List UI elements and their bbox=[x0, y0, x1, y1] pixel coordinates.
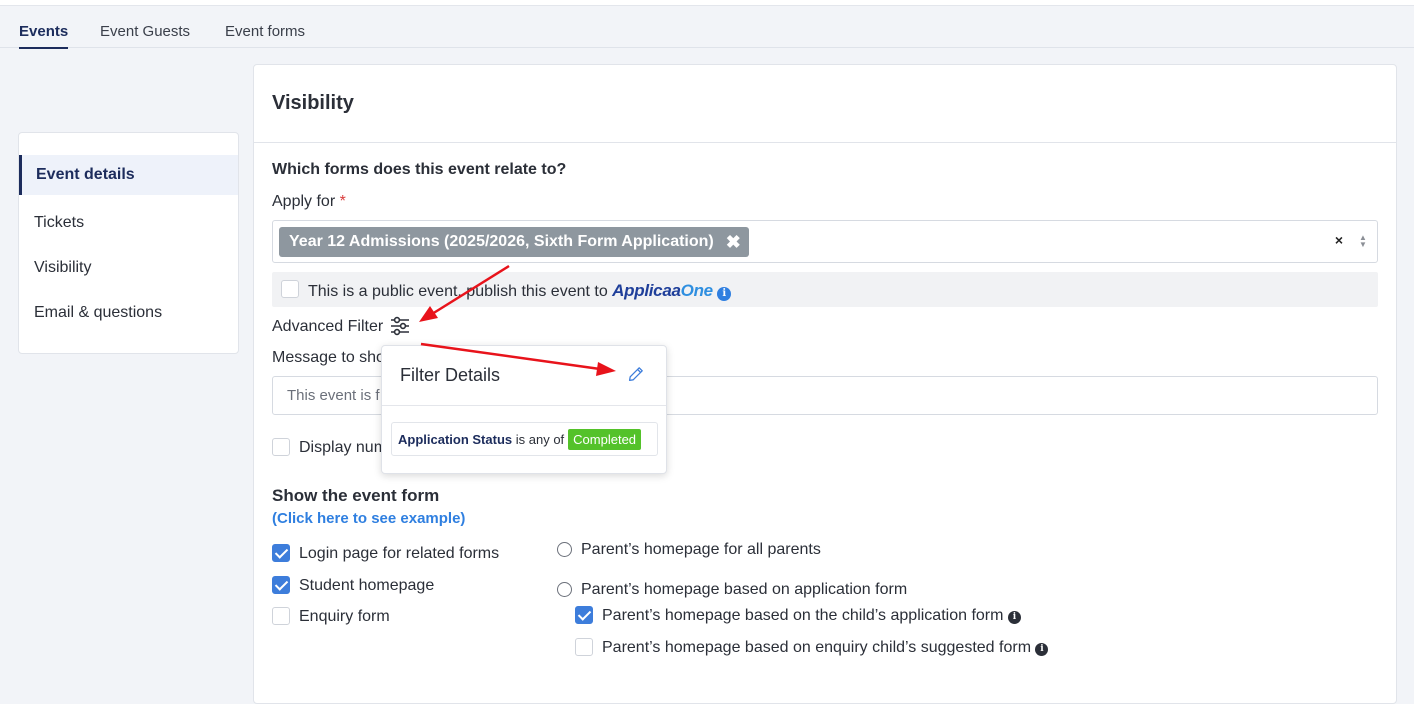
student-homepage-checkbox[interactable] bbox=[272, 576, 290, 594]
advanced-filter-label: Advanced Filter bbox=[272, 318, 384, 335]
rule-operator: is any of bbox=[515, 431, 565, 447]
student-homepage-label: Student homepage bbox=[299, 577, 435, 594]
event-form-title: Show the event form bbox=[272, 486, 440, 505]
apply-for-select[interactable]: Year 12 Admissions (2025/2026, Sixth For… bbox=[272, 220, 1378, 263]
apply-for-label: Apply for * bbox=[272, 193, 346, 211]
tab-events[interactable]: Events bbox=[19, 23, 69, 49]
tab-event-guests[interactable]: Event Guests bbox=[100, 23, 190, 47]
sliders-icon[interactable] bbox=[390, 316, 410, 336]
login-page-checkbox[interactable] bbox=[272, 544, 290, 562]
popover-title: Filter Details bbox=[382, 346, 666, 406]
display-num-label: Display num bbox=[299, 439, 388, 456]
sidebar-item-event-details[interactable]: Event details bbox=[19, 155, 238, 195]
rule-field: Application Status bbox=[398, 431, 513, 447]
example-link[interactable]: (Click here to see example) bbox=[272, 510, 465, 527]
selected-form-tag: Year 12 Admissions (2025/2026, Sixth For… bbox=[279, 227, 749, 257]
enquiry-child-row: Parent’s homepage based on enquiry child… bbox=[602, 639, 1049, 657]
display-num-checkbox[interactable] bbox=[272, 438, 290, 456]
public-event-bar: This is a public event, publish this eve… bbox=[272, 272, 1378, 307]
card-title: Visibility bbox=[254, 65, 1396, 143]
public-event-checkbox[interactable] bbox=[281, 280, 299, 298]
pencil-icon[interactable] bbox=[628, 366, 644, 382]
sidebar: Event details Tickets Visibility Email &… bbox=[18, 132, 239, 354]
apply-for-text: Apply for bbox=[272, 193, 336, 210]
child-application-row: Parent’s homepage based on the child’s a… bbox=[602, 607, 1021, 625]
sidebar-item-visibility[interactable]: Visibility bbox=[19, 245, 238, 290]
status-badge: Completed bbox=[568, 428, 642, 450]
public-event-row: This is a public event, publish this eve… bbox=[308, 281, 732, 301]
radio-all-parents-label: Parent’s homepage for all parents bbox=[581, 541, 821, 558]
info-icon[interactable]: i bbox=[717, 287, 732, 301]
radio-application-form[interactable] bbox=[557, 582, 572, 597]
required-asterisk: * bbox=[339, 193, 346, 210]
enquiry-child-label: Parent’s homepage based on enquiry child… bbox=[602, 639, 1032, 656]
enquiry-child-checkbox[interactable] bbox=[575, 638, 593, 656]
child-application-label: Parent’s homepage based on the child’s a… bbox=[602, 607, 1004, 624]
forms-question: Which forms does this event relate to? bbox=[272, 161, 567, 178]
filter-rule: Application Status is any of Completed bbox=[391, 422, 658, 456]
login-page-label: Login page for related forms bbox=[299, 545, 500, 562]
tab-event-forms[interactable]: Event forms bbox=[225, 23, 305, 47]
message-label: Message to sho bbox=[272, 349, 385, 366]
selected-form-tag-label: Year 12 Admissions (2025/2026, Sixth For… bbox=[289, 233, 714, 250]
enquiry-form-label: Enquiry form bbox=[299, 608, 390, 625]
child-application-checkbox[interactable] bbox=[575, 606, 593, 624]
top-tabs: Events Event Guests Event forms bbox=[0, 6, 1414, 49]
message-input-value: This event is f bbox=[287, 387, 380, 404]
radio-all-parents[interactable] bbox=[557, 542, 572, 557]
info-icon[interactable]: i bbox=[1007, 611, 1021, 624]
info-icon[interactable]: i bbox=[1035, 643, 1049, 656]
applicaa-one-logo: ApplicaaOne bbox=[612, 281, 713, 300]
sidebar-item-email-questions[interactable]: Email & questions bbox=[19, 290, 238, 335]
clear-selection-icon[interactable]: × bbox=[1335, 232, 1343, 248]
public-event-label: This is a public event, publish this eve… bbox=[308, 283, 608, 300]
filter-details-popover: Filter Details Application Status is any… bbox=[381, 345, 667, 474]
sidebar-item-tickets[interactable]: Tickets bbox=[19, 200, 238, 245]
tag-remove-icon[interactable]: ✖ bbox=[726, 232, 741, 253]
enquiry-form-checkbox[interactable] bbox=[272, 607, 290, 625]
radio-application-form-label: Parent’s homepage based on application f… bbox=[581, 581, 908, 598]
select-arrows-icon[interactable]: ▲ ▼ bbox=[1359, 234, 1367, 249]
